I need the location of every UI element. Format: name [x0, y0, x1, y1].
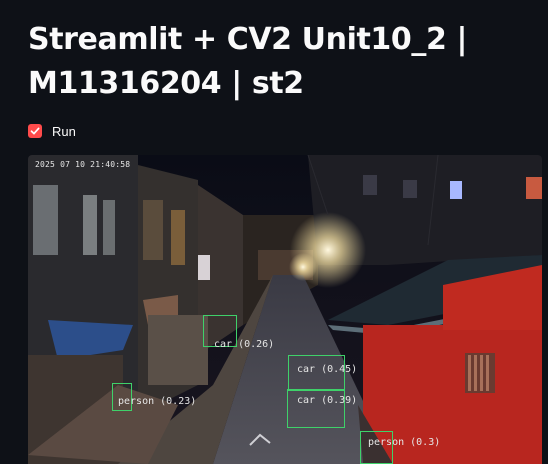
- run-checkbox[interactable]: Run: [28, 122, 76, 140]
- detection-label: car (0.26): [214, 339, 275, 350]
- video-timestamp: 2025 07 10 21:40:58: [35, 160, 131, 169]
- street-scene-image: [28, 155, 542, 464]
- page-title-line-2: M11316204 | st2: [28, 66, 304, 101]
- video-frame: 2025 07 10 21:40:58 car (0.26) car (0.45…: [28, 155, 542, 464]
- detection-label: car (0.45): [297, 364, 358, 375]
- checkbox-checked-icon[interactable]: [28, 124, 42, 138]
- detection-label: person (0.23): [118, 396, 197, 407]
- page-title-line-1: Streamlit + CV2 Unit10_2 |: [28, 22, 468, 57]
- detection-label: person (0.3): [368, 437, 441, 448]
- detection-label: car (0.39): [297, 395, 358, 406]
- run-checkbox-label[interactable]: Run: [52, 124, 76, 139]
- page-title: Streamlit + CV2 Unit10_2 | M11316204 | s…: [28, 18, 528, 106]
